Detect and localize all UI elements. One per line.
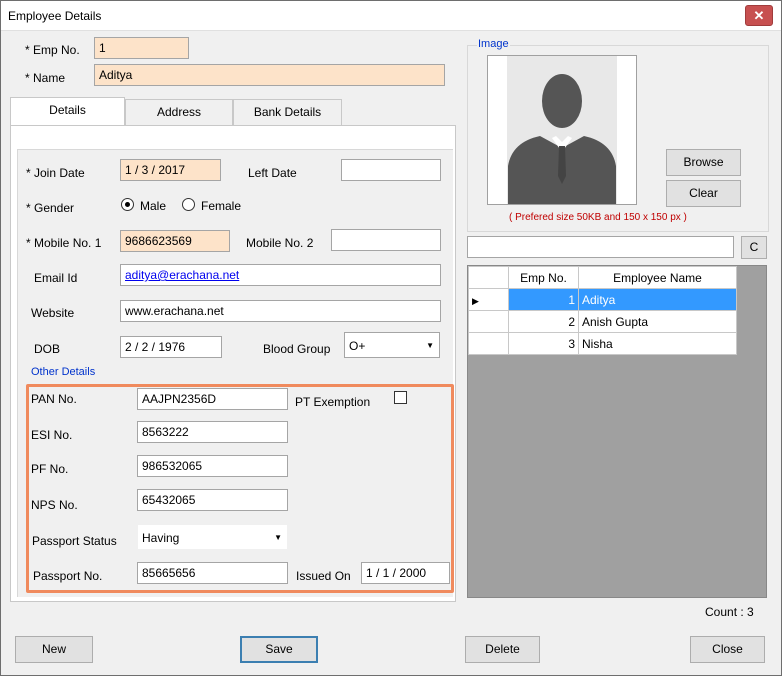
row-header-corner (468, 266, 509, 289)
mobile-1-label: * Mobile No. 1 (26, 236, 102, 250)
pan-label: PAN No. (31, 392, 77, 406)
esi-label: ESI No. (31, 428, 73, 442)
table-row[interactable]: 3 Nisha (468, 332, 737, 355)
grid-header-row: Emp No. Employee Name (468, 266, 737, 289)
cell-emp-no[interactable]: 2 (508, 310, 579, 333)
employee-photo (487, 55, 637, 205)
mobile-2-label: Mobile No. 2 (246, 236, 314, 250)
blood-group-value: O+ (349, 339, 366, 353)
chevron-down-icon: ▼ (426, 341, 434, 350)
email-value[interactable]: aditya@erachana.net (125, 268, 239, 282)
cell-employee-name[interactable]: Aditya (578, 288, 737, 311)
issued-on-label: Issued On (296, 569, 351, 583)
gender-male-label: Male (140, 199, 167, 213)
column-header-employee-name[interactable]: Employee Name (578, 266, 737, 289)
join-date-picker[interactable]: 1 / 3 / 2017 (120, 159, 221, 181)
mobile-1-field[interactable]: 9686623569 (120, 230, 230, 252)
blood-group-label: Blood Group (263, 342, 331, 356)
passport-no-label: Passport No. (33, 569, 103, 583)
pt-exemption-checkbox[interactable] (394, 391, 407, 404)
email-label: Email Id (34, 271, 78, 285)
chevron-down-icon: ▼ (274, 533, 282, 542)
image-size-hint: ( Prefered size 50KB and 150 x 150 px ) (509, 212, 687, 223)
name-field[interactable]: Aditya (94, 64, 445, 86)
emp-no-field[interactable]: 1 (94, 37, 189, 59)
new-button[interactable]: New (15, 636, 93, 663)
image-group-title: Image (477, 38, 510, 50)
website-label: Website (31, 306, 75, 320)
row-selector[interactable] (468, 310, 509, 333)
passport-no-field[interactable]: 85665656 (137, 562, 288, 584)
email-field[interactable]: aditya@erachana.net (120, 264, 441, 286)
tab-address[interactable]: Address (125, 99, 233, 126)
pf-field[interactable]: 986532065 (137, 455, 288, 477)
pt-exemption-label: PT Exemption (295, 395, 371, 409)
dob-label: DOB (34, 342, 61, 356)
employee-grid: Emp No. Employee Name ▶ 1 Aditya 2 Anish… (467, 265, 767, 598)
title-bar: Employee Details ✕ (1, 1, 781, 31)
nps-field[interactable]: 65432065 (137, 489, 288, 511)
search-input[interactable] (467, 236, 734, 258)
passport-status-label: Passport Status (32, 534, 117, 548)
other-details-group-title: Other Details (31, 366, 96, 378)
person-silhouette-icon (507, 56, 617, 204)
cell-employee-name[interactable]: Nisha (578, 332, 737, 355)
passport-status-value: Having (142, 531, 180, 545)
window-close-button[interactable]: ✕ (745, 5, 773, 26)
employee-details-window: Employee Details ✕ * Emp No. 1 * Name Ad… (0, 0, 782, 676)
save-button[interactable]: Save (240, 636, 318, 663)
delete-button[interactable]: Delete (465, 636, 540, 663)
pan-field[interactable]: AAJPN2356D (137, 388, 288, 410)
cell-emp-no[interactable]: 3 (508, 332, 579, 355)
table-row[interactable]: ▶ 1 Aditya (468, 288, 737, 311)
row-selector-arrow-icon[interactable]: ▶ (468, 288, 509, 311)
row-selector[interactable] (468, 332, 509, 355)
gender-female-label: Female (201, 199, 242, 213)
website-field[interactable]: www.erachana.net (120, 300, 441, 322)
join-date-label: * Join Date (26, 166, 85, 180)
record-count: Count : 3 (705, 605, 754, 619)
name-label: * Name (25, 71, 66, 85)
cell-employee-name[interactable]: Anish Gupta (578, 310, 737, 333)
passport-status-select[interactable]: Having ▼ (137, 524, 288, 550)
clear-search-button[interactable]: C (741, 236, 767, 259)
emp-no-label: * Emp No. (25, 43, 80, 57)
cell-emp-no[interactable]: 1 (508, 288, 579, 311)
left-date-picker[interactable] (341, 159, 441, 181)
dob-picker[interactable]: 2 / 2 / 1976 (120, 336, 222, 358)
gender-label: * Gender (26, 201, 75, 215)
column-header-emp-no[interactable]: Emp No. (508, 266, 579, 289)
blood-group-select[interactable]: O+ ▼ (344, 332, 440, 358)
window-title: Employee Details (8, 9, 102, 23)
tab-details[interactable]: Details (10, 97, 125, 126)
tab-bank-details[interactable]: Bank Details (233, 99, 342, 126)
browse-button[interactable]: Browse (666, 149, 741, 176)
clear-image-button[interactable]: Clear (666, 180, 741, 207)
close-button[interactable]: Close (690, 636, 765, 663)
pf-label: PF No. (31, 462, 69, 476)
left-date-label: Left Date (248, 166, 297, 180)
nps-label: NPS No. (31, 498, 78, 512)
gender-male-radio[interactable] (121, 198, 134, 211)
issued-on-picker[interactable]: 1 / 1 / 2000 (361, 562, 450, 584)
esi-field[interactable]: 8563222 (137, 421, 288, 443)
mobile-2-field[interactable] (331, 229, 441, 251)
table-row[interactable]: 2 Anish Gupta (468, 310, 737, 333)
gender-female-radio[interactable] (182, 198, 195, 211)
